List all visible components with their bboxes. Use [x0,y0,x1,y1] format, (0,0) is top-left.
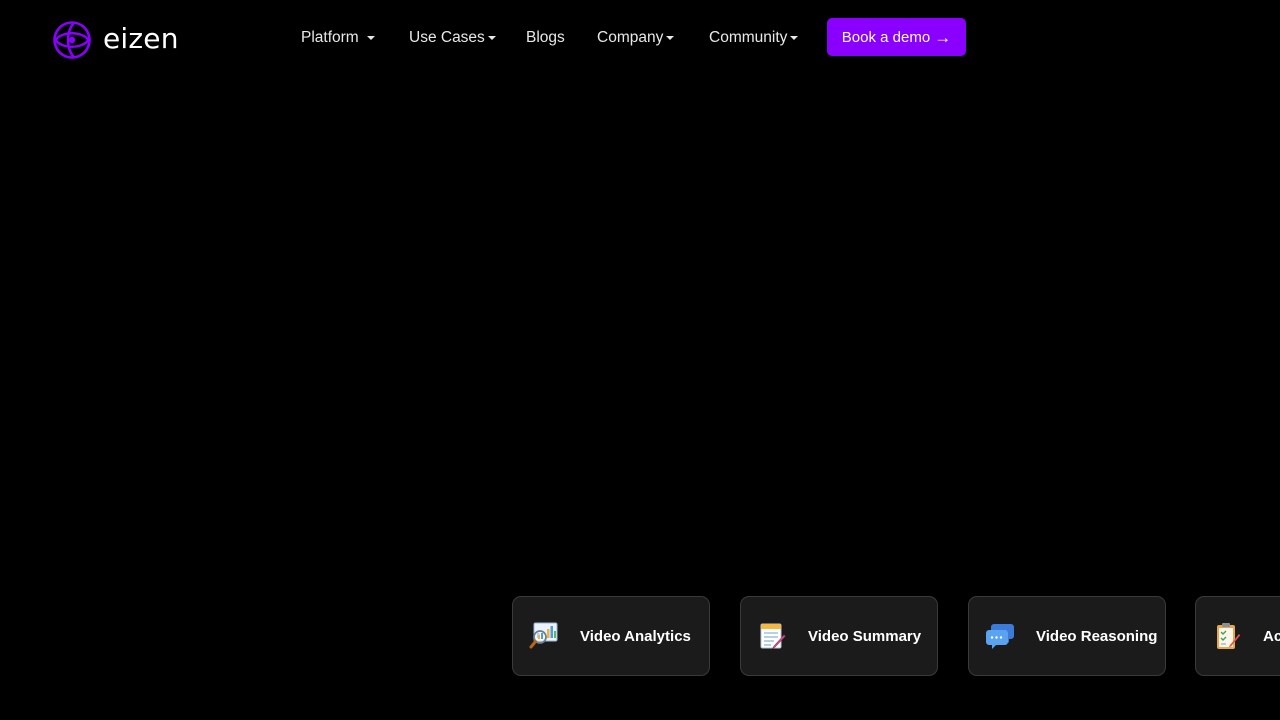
book-demo-button[interactable]: Book a demo → [827,18,966,56]
nav-item-label: Community [709,29,788,46]
feature-card-video-reasoning[interactable]: Video Reasoning [968,596,1166,676]
brand-name: eizen [103,22,179,55]
book-demo-label: Book a demo [841,28,931,46]
nav-item-use-cases[interactable]: Use Cases [409,28,496,47]
nav-item-blogs[interactable]: Blogs [526,28,565,47]
nav-item-platform[interactable]: Platform [301,28,375,47]
chat-bubbles-icon [986,624,1014,649]
arrow-right-icon: → [934,27,952,47]
card-label: Ac [1263,628,1280,645]
chevron-down-icon [790,36,799,40]
analytics-magnifier-icon [529,622,558,649]
clipboard-checklist-icon [1217,623,1241,649]
card-label: Video Reasoning [1036,628,1158,645]
brand-logo-link[interactable]: eizen [52,20,179,60]
feature-card-partial[interactable]: Ac [1195,596,1280,676]
card-label: Video Analytics [580,628,691,645]
nav-item-company[interactable]: Company [597,28,675,47]
card-label: Video Summary [808,628,922,645]
feature-card-video-summary[interactable]: Video Summary [740,596,938,676]
top-navbar: eizen Platform Use Cases Blogs Company C… [0,0,1280,76]
nav-item-label: Blogs [526,29,565,46]
notepad-icon [760,623,786,649]
chevron-down-icon [487,36,496,40]
nav-item-label: Platform [301,29,359,46]
chevron-down-icon [666,36,675,40]
nav-item-label: Company [597,29,664,46]
nav-item-community[interactable]: Community [709,28,799,47]
eizen-logo-icon [53,21,91,59]
chevron-down-icon [366,36,375,40]
feature-card-video-analytics[interactable]: Video Analytics [512,596,710,676]
page: eizen Platform Use Cases Blogs Company C… [0,0,1280,720]
nav-item-label: Use Cases [409,29,485,46]
